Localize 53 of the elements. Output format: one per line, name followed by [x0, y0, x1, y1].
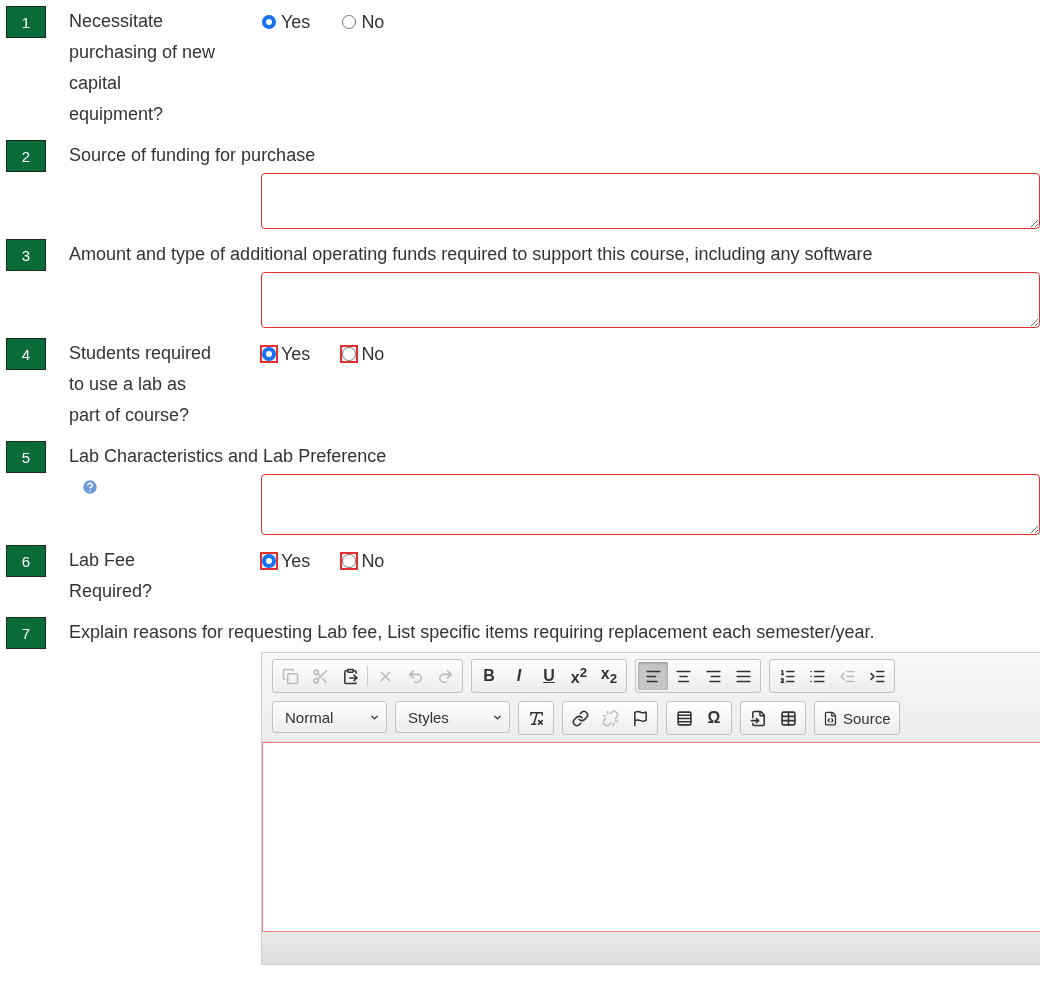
symbol-button[interactable]: Ω	[699, 704, 729, 732]
bold-button[interactable]: B	[474, 662, 504, 690]
undo-icon	[406, 667, 424, 685]
numbered-list-icon	[778, 667, 796, 685]
text-area[interactable]	[261, 474, 1040, 535]
question-number: 6	[6, 545, 46, 577]
radio-label[interactable]: Yes	[281, 12, 311, 32]
format-dropdown[interactable]: Styles	[395, 701, 510, 733]
clear-format-icon	[527, 709, 545, 727]
text-area[interactable]	[261, 173, 1040, 229]
unlink-icon	[601, 709, 619, 727]
radio-label[interactable]: No	[361, 551, 385, 571]
radio-label[interactable]: Yes	[281, 344, 311, 364]
question-label: Necessitate purchasing of new capital equipment?	[69, 10, 217, 126]
radio-button[interactable]	[260, 552, 278, 570]
file-code-icon	[823, 710, 838, 726]
help-icon[interactable]	[81, 478, 99, 496]
question-label: Explain reasons for requesting Lab fee, List specific items requiring replacement each semester/year.	[69, 621, 876, 644]
question-number: 5	[6, 441, 46, 473]
question-label: Lab Fee Required?	[69, 549, 154, 603]
radio-button[interactable]	[260, 345, 278, 363]
radio-button[interactable]	[340, 552, 359, 570]
superscript-button[interactable]: x$^{2}$	[564, 662, 594, 690]
question-label: Amount and type of additional operating funds required to support this course, including any software	[69, 243, 874, 266]
question-number: 4	[6, 338, 46, 370]
question-number: 1	[6, 6, 46, 38]
radio-label[interactable]: No	[361, 12, 385, 32]
question-number: 7	[6, 617, 46, 649]
source-button[interactable]: Source	[817, 704, 897, 732]
question-number: 3	[6, 239, 46, 271]
question-number: 2	[6, 140, 46, 172]
italic-button[interactable]: I	[504, 662, 534, 690]
radio-button[interactable]	[340, 345, 359, 363]
question-label: Lab Characteristics and Lab Preference	[69, 445, 388, 468]
redo-icon	[436, 667, 454, 685]
question-label: Source of funding for purchase	[69, 144, 317, 167]
radio-button[interactable]	[260, 13, 278, 31]
clipboard-icon	[341, 667, 359, 685]
copy-icon	[281, 667, 299, 685]
text-area[interactable]	[261, 272, 1040, 328]
flag-icon	[631, 709, 649, 727]
table-icon	[779, 709, 797, 727]
lines-icon	[675, 709, 693, 727]
align-left-button[interactable]	[638, 662, 668, 690]
file-input-icon	[749, 709, 767, 727]
format-dropdown[interactable]: Normal	[272, 701, 387, 733]
scissors-icon	[311, 667, 329, 685]
subscript-button[interactable]: x$_{2}$	[594, 662, 624, 690]
underline-button[interactable]: U	[534, 662, 564, 690]
radio-label[interactable]: Yes	[281, 551, 311, 571]
radio-label[interactable]: No	[361, 344, 385, 364]
link-icon	[571, 709, 589, 727]
question-label: Students required to use a lab as part of course?	[69, 342, 213, 427]
